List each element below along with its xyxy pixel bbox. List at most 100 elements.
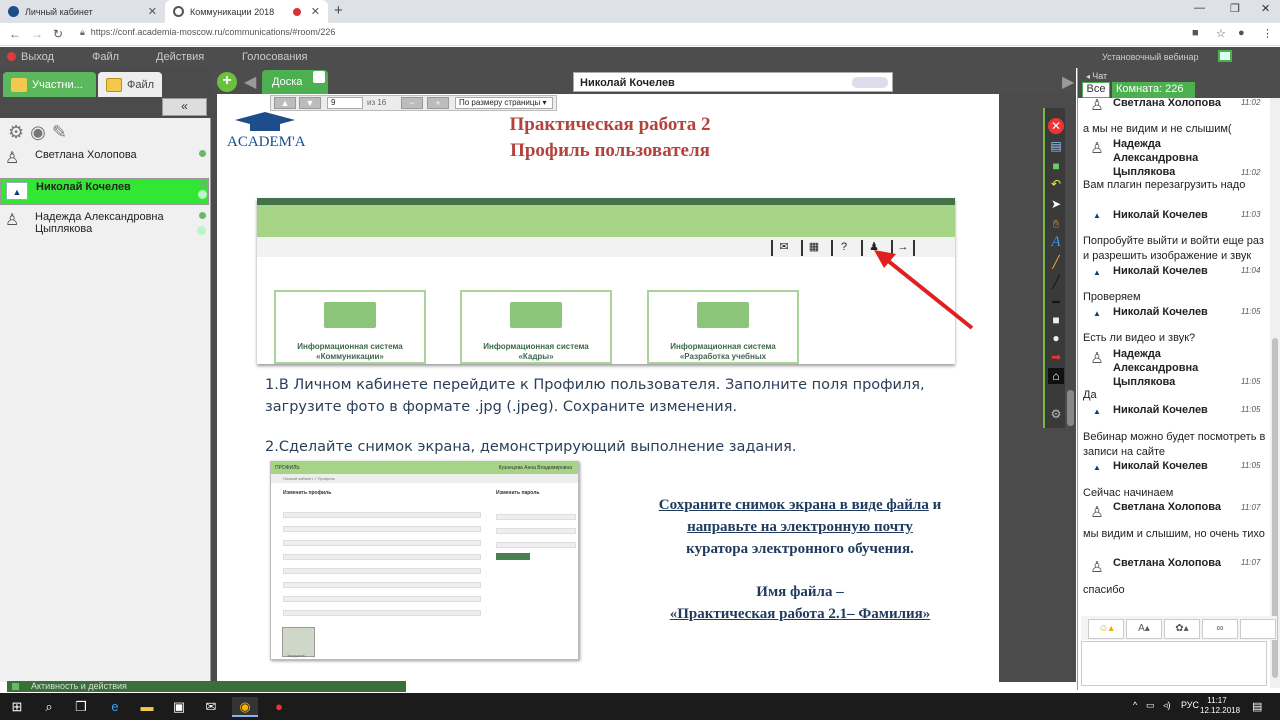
board-settings-gear-icon[interactable]: ⚙	[1048, 406, 1064, 422]
close-icon[interactable]: ✕	[148, 5, 157, 18]
scroll-left-icon[interactable]: ◀	[244, 72, 256, 92]
file-explorer-icon[interactable]: ▬	[134, 697, 160, 717]
text-tool-icon[interactable]: A	[1048, 234, 1064, 250]
window-close-icon[interactable]: ✕	[1261, 2, 1270, 15]
arrow-tool-icon[interactable]: ➡	[1048, 349, 1064, 365]
globe-favicon	[173, 6, 184, 17]
media-controls-icon[interactable]	[852, 77, 888, 88]
account-icon[interactable]: ●	[1238, 27, 1245, 39]
card-line-2: «Коммуникации»	[316, 352, 384, 361]
home-icon[interactable]: ⌂	[1048, 368, 1064, 384]
menu-voting[interactable]: Голосования	[242, 51, 308, 63]
page-navigation-bar: ▲ ▼ 9 из 16 − + По размеру страницы ▾	[270, 95, 557, 111]
windows-start-icon[interactable]: ⊞	[4, 697, 30, 717]
settings-gear-icon[interactable]: ⚙	[8, 122, 24, 142]
restore-icon[interactable]: ❐	[1230, 2, 1240, 15]
filename-instructions: Имя файла – «Практическая работа 2.1– Фа…	[605, 581, 995, 625]
back-icon[interactable]: ←	[9, 27, 21, 41]
exit-label: Выход	[21, 51, 54, 63]
user-settings-icon[interactable]: ◉	[30, 122, 46, 142]
url-field[interactable]: 🔒︎ https://conf.academia-moscow.ru/commun…	[80, 27, 335, 38]
emoji-button[interactable]: ☺▴	[1088, 619, 1124, 639]
left-panel-tabs: Участни... Файл «	[0, 68, 211, 118]
sticker-button[interactable]: ✿▴	[1164, 619, 1200, 639]
menu-icon[interactable]: ⋮	[1262, 27, 1273, 40]
clock[interactable]: 11:17 12.12.2018	[1200, 696, 1240, 716]
minimize-icon[interactable]: —	[1194, 2, 1205, 14]
browser-tab-lk[interactable]: Личный кабинет ✕	[0, 0, 165, 23]
filename-value: «Практическая работа 2.1– Фамилия»	[669, 606, 931, 622]
zoom-select[interactable]: По размеру страницы ▾	[455, 97, 553, 109]
network-icon[interactable]: ▭	[1146, 700, 1155, 711]
collapse-panel-button[interactable]: «	[162, 98, 207, 116]
rectangle-icon[interactable]: ■	[1048, 312, 1064, 328]
user-avatar-icon: ♙	[5, 212, 20, 229]
edge-icon[interactable]: e	[102, 697, 128, 717]
tab-title: Коммуникации 2018	[190, 6, 275, 17]
notifications-icon[interactable]: ▤	[1252, 700, 1262, 713]
menu-file[interactable]: Файл	[92, 51, 119, 63]
camera-icon[interactable]: ■	[1192, 27, 1199, 39]
tab-board[interactable]: Доска	[262, 70, 328, 94]
participant-item[interactable]: ♙ Надежда Александровна Цыплякова	[0, 210, 209, 238]
message-time: 11:05	[1241, 461, 1261, 470]
line-icon[interactable]: ╱	[1048, 274, 1064, 290]
tab-file[interactable]: Файл	[98, 72, 162, 97]
recorder-icon[interactable]: ●	[266, 697, 292, 717]
pencil-icon[interactable]: ╱	[1048, 254, 1064, 270]
tab-participants[interactable]: Участни...	[3, 72, 96, 97]
line-width-icon[interactable]: ━	[1048, 294, 1064, 310]
chrome-icon[interactable]: ◉	[232, 697, 258, 717]
add-board-button[interactable]: +	[217, 72, 237, 92]
tray-chevron-icon[interactable]: ^	[1133, 700, 1137, 710]
close-board-icon[interactable]: ✕	[1048, 118, 1064, 134]
chat-message-input[interactable]	[1081, 641, 1267, 686]
message-text: Вам плагин перезагрузить надо	[1083, 179, 1246, 191]
search-icon[interactable]: ⌕	[36, 697, 62, 717]
exit-button[interactable]: Выход	[7, 51, 54, 63]
task-view-icon[interactable]: ❐	[68, 697, 94, 717]
reload-icon[interactable]: ↻	[53, 27, 63, 41]
card-illustration	[697, 302, 749, 328]
participant-item-active[interactable]: ▲ Николай Кочелев	[0, 178, 209, 205]
hand-icon[interactable]: ✋︎	[1048, 216, 1064, 232]
green-square-icon[interactable]: ■	[1048, 158, 1064, 174]
zoom-out-icon[interactable]: −	[401, 97, 423, 109]
pointer-icon[interactable]: ➤	[1048, 196, 1064, 212]
card-caption: Информационная система «Разработка учебны…	[649, 342, 797, 362]
font-button[interactable]: A▴	[1126, 619, 1162, 639]
page-number-input[interactable]: 9	[327, 97, 363, 109]
new-tab-icon[interactable]: +	[334, 2, 343, 19]
chat-scrollbar[interactable]	[1270, 98, 1280, 688]
volume-icon[interactable]: ◃)	[1163, 700, 1171, 711]
status-online-icon	[200, 180, 207, 187]
menu-actions[interactable]: Действия	[156, 51, 204, 63]
document-icon[interactable]: ▤	[1048, 138, 1064, 154]
forward-icon[interactable]: →	[31, 27, 43, 41]
close-icon[interactable]: ✕	[311, 5, 320, 18]
scroll-right-icon[interactable]: ▶	[1062, 72, 1074, 92]
chat-label[interactable]: Чат	[1086, 71, 1107, 81]
store-icon[interactable]: ▣	[166, 697, 192, 717]
activity-bar[interactable]: Активность и действия	[7, 681, 406, 692]
participant-item[interactable]: ♙ Светлана Холопова	[0, 148, 209, 168]
mail-app-icon[interactable]: ✉	[198, 697, 224, 717]
form-field	[283, 582, 481, 588]
language-indicator[interactable]: РУС	[1181, 700, 1199, 710]
clock-time: 11:17	[1207, 696, 1227, 705]
message-text: Вебинар можно будет посмотреть в записи …	[1083, 431, 1266, 458]
link-button[interactable]: ∞	[1202, 619, 1238, 639]
board-tab-menu-icon[interactable]	[313, 71, 325, 83]
zoom-in-icon[interactable]: +	[427, 97, 449, 109]
mic-off-icon[interactable]: ✎	[52, 122, 67, 142]
browser-tab-communications[interactable]: Коммуникации 2018 ✕	[165, 0, 328, 23]
ellipse-icon[interactable]: ●	[1048, 330, 1064, 346]
card-line-1: Информационная система	[297, 342, 403, 351]
board-scrollbar[interactable]	[1067, 390, 1074, 426]
undo-icon[interactable]: ↶	[1048, 176, 1064, 192]
academia-avatar-icon: ▲	[1093, 463, 1101, 472]
star-icon[interactable]: ☆	[1216, 27, 1226, 40]
card-line-2: «Разработка учебных	[679, 352, 767, 361]
monitor-icon[interactable]	[1218, 50, 1232, 62]
send-button[interactable]	[1240, 619, 1276, 639]
